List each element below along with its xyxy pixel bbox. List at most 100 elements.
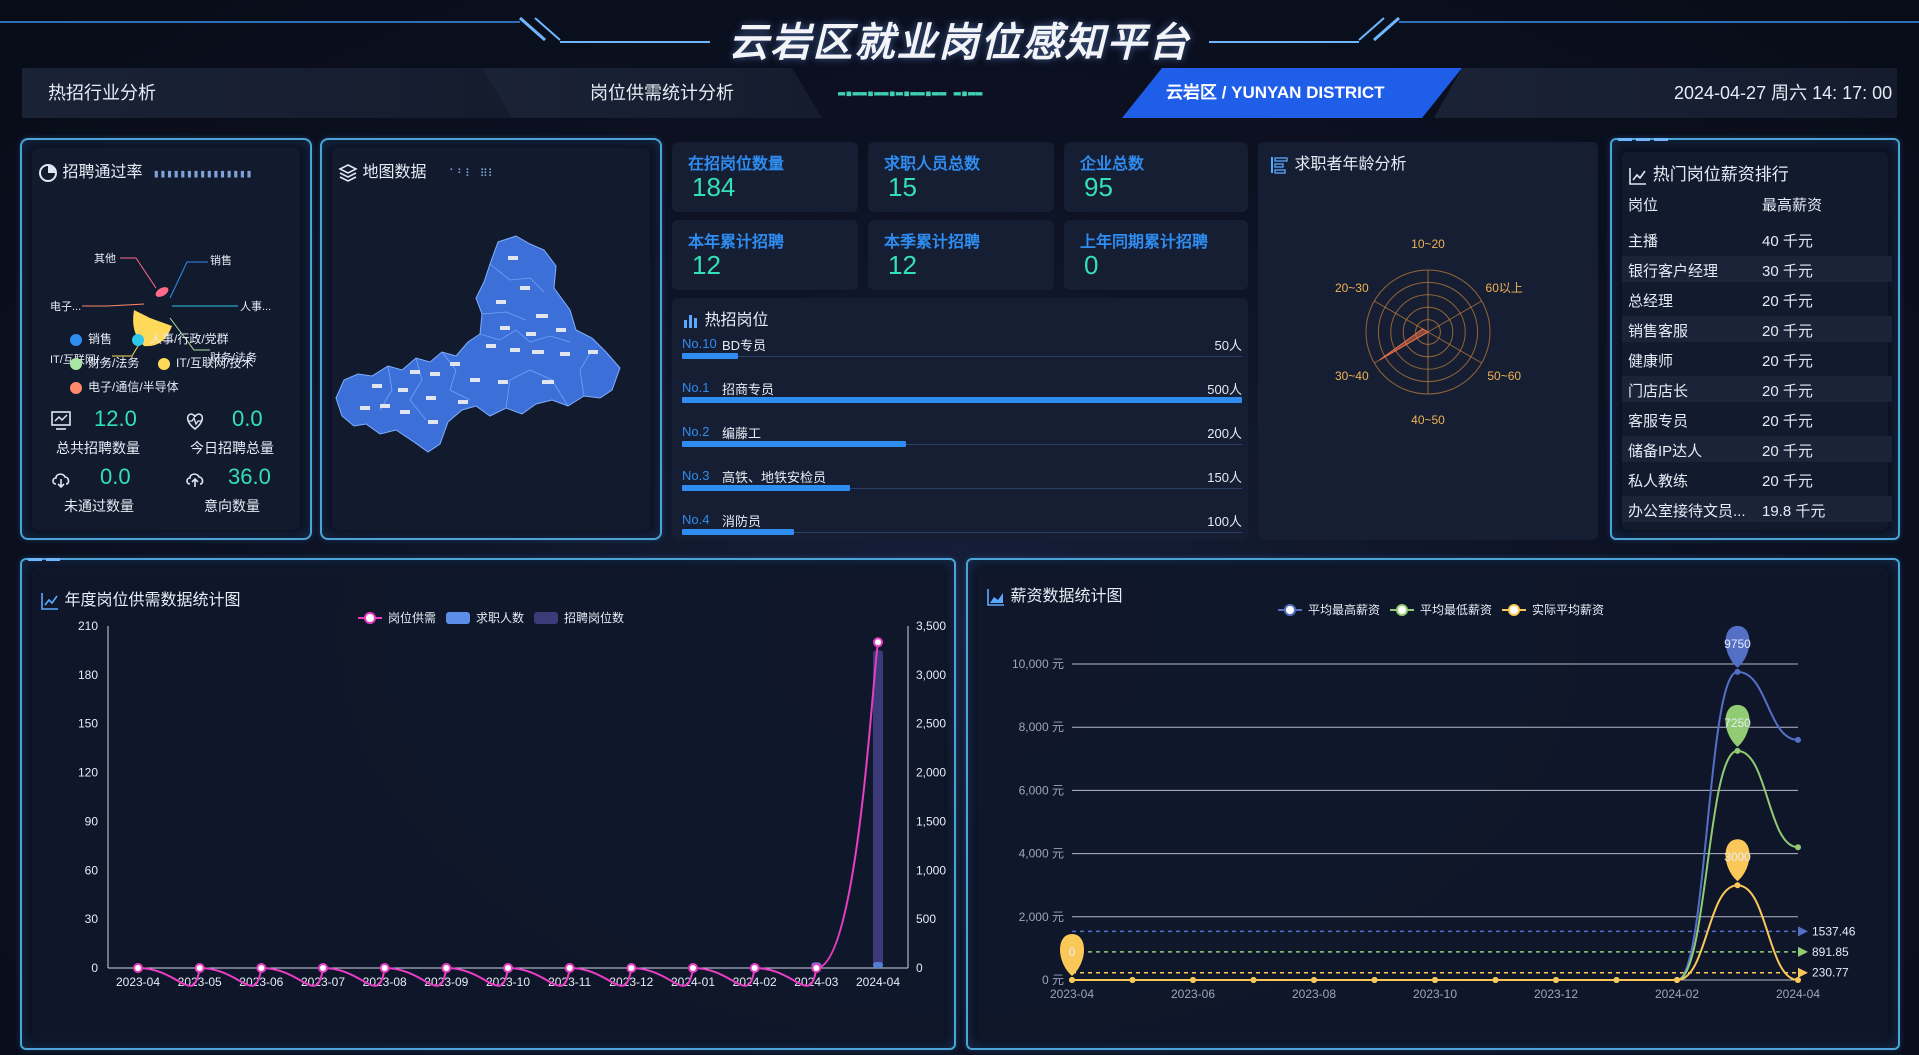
hot-job-name: 招商专员 xyxy=(722,382,775,397)
title-decoration: ▮▮▮▮▮▮▮▮▮▮▮▮▮▮▮ xyxy=(152,167,253,180)
kpi-intent-value: 36.0 xyxy=(228,464,271,489)
salary-rank-row[interactable]: 银行客户经理 30 千元 xyxy=(1622,256,1892,282)
kpi-total-recruit-value: 12.0 xyxy=(94,406,137,431)
stat-label: 企业总数 xyxy=(1080,156,1145,173)
salary-rank-row[interactable]: 私人教练 20 千元 xyxy=(1622,466,1892,492)
legend-label: 销售 xyxy=(88,332,113,346)
y-left-tick-label: 90 xyxy=(85,814,99,828)
salary-rank-row[interactable]: 总经理 20 千元 xyxy=(1622,286,1892,312)
x-tick-label: 2023-09 xyxy=(424,975,468,989)
rank-salary: 20 千元 xyxy=(1762,413,1813,430)
kpi-today-recruit-label: 今日招聘总量 xyxy=(190,440,274,456)
y-right-tick-label: 3,000 xyxy=(916,668,946,682)
hot-job-row[interactable]: No.1 招商专员 500人 xyxy=(682,376,1242,420)
hot-job-row[interactable]: No.10 BD专员 50人 xyxy=(682,332,1242,376)
line-chart-icon xyxy=(1629,167,1646,185)
region-label: 云岩区 / YUNYAN DISTRICT xyxy=(1166,83,1385,102)
hot-job-row[interactable]: No.3 高铁、地铁安检员 150人 xyxy=(682,464,1242,508)
average-arrow xyxy=(1798,967,1808,978)
legend-label: 招聘岗位数 xyxy=(564,610,624,625)
x-tick-label: 2023-04 xyxy=(116,975,160,989)
rank-salary: 20 千元 xyxy=(1762,323,1813,340)
point-实际平均薪资 xyxy=(1795,977,1801,983)
y-tick-label: 4,000 元 xyxy=(1019,847,1064,861)
header-position: 岗位 xyxy=(1628,197,1659,214)
hot-job-count: 100人 xyxy=(1207,514,1242,529)
x-tick-label: 2023-05 xyxy=(178,975,222,989)
salary-rank-row[interactable]: 客服专员 20 千元 xyxy=(1622,406,1892,432)
rank-position: 销售客服 xyxy=(1628,323,1689,340)
age-title: 求职者年龄分析 xyxy=(1294,156,1407,173)
point-实际平均薪资 xyxy=(1432,977,1438,983)
salary-rank-row[interactable]: 办公室接待文员... 19.8 千元 xyxy=(1622,496,1892,522)
rank-position: 私人教练 xyxy=(1628,473,1689,490)
hot-job-count: 200人 xyxy=(1207,426,1242,441)
legend-label: 财务/法务 xyxy=(88,356,140,370)
point-实际平均薪资 xyxy=(1553,977,1559,983)
rank-position: 办公室接待文员... xyxy=(1628,503,1746,520)
salary-rank-row[interactable]: 销售客服 20 千元 xyxy=(1622,316,1892,342)
hot-job-row[interactable]: No.2 编藤工 200人 xyxy=(682,420,1242,464)
hot-job-count: 500人 xyxy=(1207,382,1242,397)
x-tick-label: 2024-02 xyxy=(733,975,777,989)
x-tick-label: 2024-01 xyxy=(671,975,715,989)
legend-item[interactable]: 电子/通信/半导体 xyxy=(70,378,179,395)
y-tick-label: 2,000 元 xyxy=(1019,910,1064,924)
stat-value: 12 xyxy=(888,250,917,280)
district-map[interactable] xyxy=(330,230,656,490)
supply-demand-panel: 年度岗位供需数据统计图 0 30 60 90 120 150 180 210 0 500 1,000… xyxy=(20,558,956,1050)
legend-label: 岗位供需 xyxy=(388,610,436,625)
y-right-tick-label: 500 xyxy=(916,912,936,926)
y-right-tick-label: 2,500 xyxy=(916,717,946,731)
x-tick-label: 2024-04 xyxy=(856,975,900,989)
map-title-row: 地图数据 ⠁⠃⠇ ⠿⠇ xyxy=(338,158,496,183)
nav-tab-supply-demand[interactable]: 岗位供需统计分析 xyxy=(482,68,822,118)
legend-label: 平均最高薪资 xyxy=(1308,602,1380,617)
y-left-tick-label: 120 xyxy=(78,766,98,780)
heartbeat-icon xyxy=(186,413,204,431)
point-supply-demand xyxy=(503,963,513,973)
legend-item[interactable]: 销售 xyxy=(70,330,112,347)
district-shape[interactable] xyxy=(335,235,621,453)
average-arrow xyxy=(1798,946,1808,957)
stat-card-open-positions: 在招岗位数量 184 xyxy=(672,142,858,212)
rank-salary: 30 千元 xyxy=(1762,263,1813,280)
legend-marker xyxy=(1508,604,1520,616)
point-supply-demand xyxy=(133,963,143,973)
legend-label: 电子/通信/半导体 xyxy=(88,380,179,394)
region-selector[interactable]: 云岩区 / YUNYAN DISTRICT xyxy=(1122,68,1462,118)
hot-job-rank: No.2 xyxy=(682,424,710,439)
line-平均最低薪资 xyxy=(1071,749,1799,981)
kpi-rejected-value: 0.0 xyxy=(100,464,131,489)
x-tick-label: 2023-11 xyxy=(548,975,591,989)
rank-salary: 20 千元 xyxy=(1762,353,1813,370)
salary-rank-row[interactable]: 健康师 20 千元 xyxy=(1622,346,1892,372)
point-实际平均薪资 xyxy=(1250,977,1257,983)
nav-tab-industry[interactable]: 热招行业分析 xyxy=(22,68,512,118)
salary-rank-row[interactable]: 主播 40 千元 xyxy=(1622,226,1892,252)
legend-item[interactable]: 财务/法务 xyxy=(70,354,139,371)
average-arrow xyxy=(1798,926,1808,937)
stat-label: 求职人员总数 xyxy=(884,156,981,173)
page-title: 云岩区就业岗位感知平台 xyxy=(728,21,1191,65)
legend-item[interactable]: 人事/行政/党群 xyxy=(132,330,229,347)
legend-item[interactable]: IT/互联网/技术 xyxy=(158,354,253,371)
rank-position: 门店店长 xyxy=(1628,383,1689,400)
pass-rate-title: 招聘通过率 xyxy=(62,164,143,181)
salary-rank-header: 岗位 最高薪资 xyxy=(1622,190,1892,216)
hot-job-rank: No.1 xyxy=(682,380,710,395)
y-left-tick-label: 0 xyxy=(91,961,98,975)
legend-marker xyxy=(1284,604,1296,616)
salary-rank-row[interactable]: 储备IP达人 20 千元 xyxy=(1622,436,1892,462)
map-title: 地图数据 xyxy=(362,164,427,181)
radar-label: 40~50 xyxy=(1411,413,1445,427)
salary-rank-row[interactable]: 门店店长 20 千元 xyxy=(1622,376,1892,402)
hot-job-rank: No.4 xyxy=(682,512,710,527)
stat-card-last-year-recruit: 上年同期累计招聘 0 xyxy=(1064,220,1248,290)
legend-label: 实际平均薪资 xyxy=(1532,602,1604,617)
hot-job-row[interactable]: No.4 消防员 100人 xyxy=(682,508,1242,552)
hot-job-name: 编藤工 xyxy=(722,426,762,441)
datetime-text: 2024-04-27 周六 14: 17: 00 xyxy=(1674,83,1893,103)
average-label: 230.77 xyxy=(1812,966,1849,980)
x-tick-label: 2023-07 xyxy=(301,975,345,989)
